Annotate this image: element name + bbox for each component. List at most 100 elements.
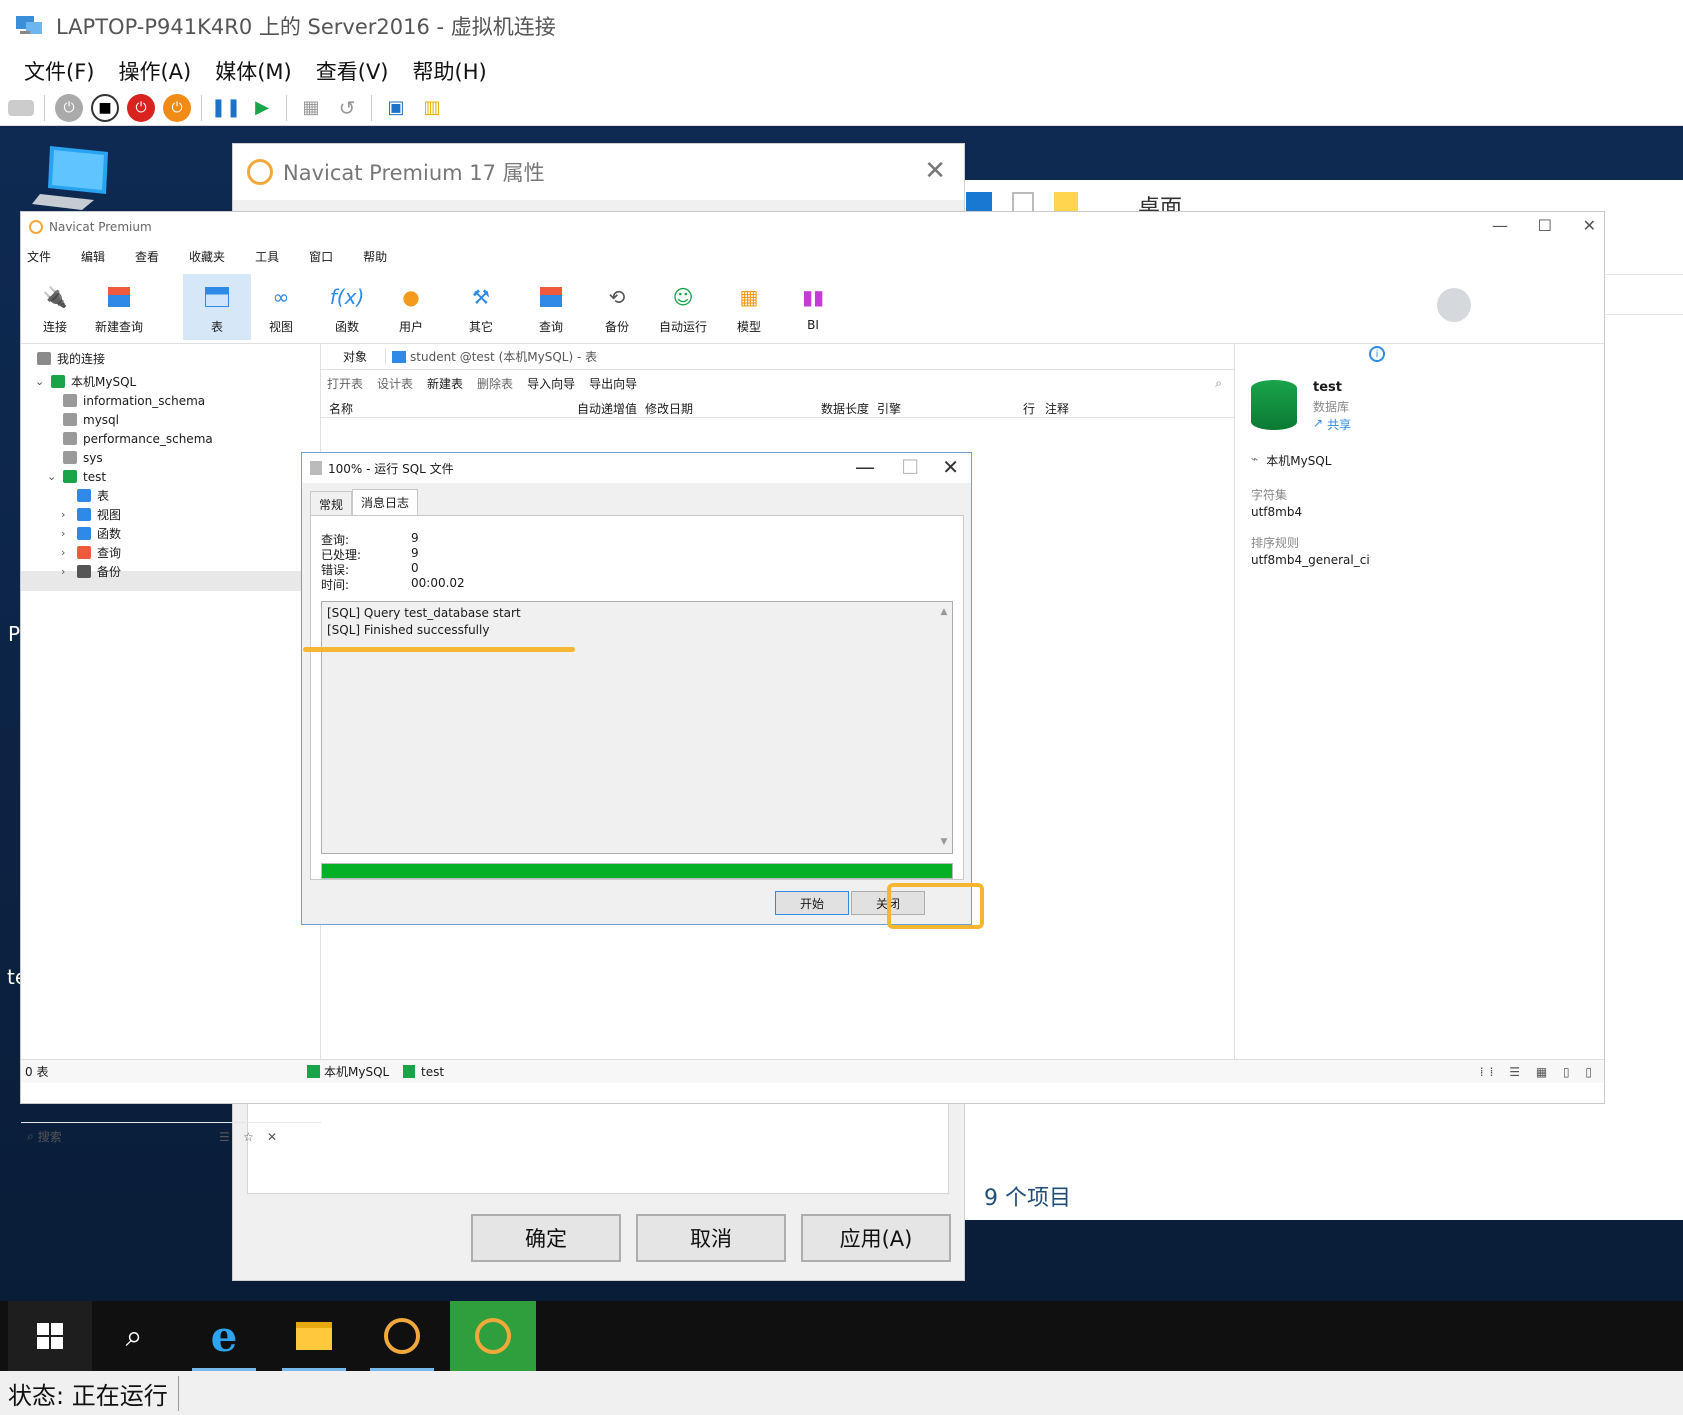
share-link[interactable]: ↗ 共享 [1313, 416, 1351, 433]
search-icon[interactable]: ⌕ [1215, 376, 1222, 391]
taskbar-navicat-2[interactable] [450, 1301, 536, 1371]
apply-button[interactable]: 应用(A) [801, 1214, 951, 1262]
shutdown-icon[interactable]: ⏻ [127, 93, 155, 122]
chevron-down-icon[interactable]: ⌄ [47, 470, 59, 483]
taskbar-search[interactable]: ⌕ [98, 1301, 170, 1371]
tab-student-table[interactable]: student @test (本机MySQL) - 表 [385, 348, 597, 365]
maximize-icon[interactable]: ☐ [1538, 216, 1552, 235]
scroll-up-icon[interactable]: ▲ [941, 604, 948, 621]
tree-test-functions[interactable]: › 函数 [61, 524, 121, 543]
menu-window[interactable]: 窗口 [303, 248, 345, 265]
col-engine[interactable]: 引擎 [877, 400, 901, 417]
share-icon[interactable]: ▥ [418, 94, 446, 122]
close-icon[interactable]: ✕ [1583, 216, 1596, 235]
toolbar-new-query[interactable]: 新建查询 [85, 274, 153, 340]
tree-test-queries[interactable]: › 查询 [61, 543, 121, 562]
export-wizard-button[interactable]: 导出向导 [589, 375, 637, 392]
chevron-right-icon[interactable]: › [61, 565, 73, 578]
toolbar-bi[interactable]: ▮▮ BI [779, 274, 847, 340]
col-comment[interactable]: 注释 [1045, 400, 1069, 417]
scroll-down-icon[interactable]: ▼ [941, 834, 948, 851]
tree-db-sys[interactable]: sys [63, 448, 103, 467]
enhanced-session-icon[interactable]: ▣ [382, 94, 410, 122]
open-table-button[interactable]: 打开表 [327, 375, 363, 392]
filter-icon[interactable]: ☰ [219, 1130, 230, 1144]
start-icon[interactable]: ⏻ [55, 93, 83, 122]
taskbar-navicat-1[interactable] [366, 1301, 438, 1371]
toolbar-model[interactable]: ▦ 模型 [715, 274, 783, 340]
menu-favorites[interactable]: 收藏夹 [183, 248, 237, 265]
menu-file[interactable]: 文件 [21, 248, 63, 265]
save-state-icon[interactable]: ⏻ [163, 93, 191, 122]
star-icon[interactable]: ☆ [243, 1130, 254, 1144]
tree-db-performance-schema[interactable]: performance_schema [63, 429, 213, 448]
col-name[interactable]: 名称 [329, 400, 353, 417]
col-modified[interactable]: 修改日期 [645, 400, 693, 417]
toolbar-backup[interactable]: ⟲ 备份 [583, 274, 651, 340]
chevron-down-icon[interactable]: ⌄ [35, 375, 47, 388]
minimize-icon[interactable]: — [855, 455, 875, 479]
scrollbar[interactable]: ▲ ▼ [938, 604, 950, 851]
delete-table-button[interactable]: 删除表 [477, 375, 513, 392]
tree-test-views[interactable]: › 视图 [61, 505, 121, 524]
taskbar-ie[interactable]: e [188, 1301, 260, 1371]
toolbar-other[interactable]: ⚒ 其它 [447, 274, 515, 340]
tab-objects[interactable]: 对象 [321, 348, 385, 365]
chevron-right-icon[interactable]: › [61, 508, 73, 521]
tree-db-test[interactable]: ⌄ test [47, 467, 106, 486]
tree-my-connections[interactable]: 我的连接 [37, 349, 105, 368]
this-pc-icon[interactable] [32, 142, 112, 212]
toolbar-table[interactable]: 表 [183, 274, 251, 340]
ok-button[interactable]: 确定 [471, 1214, 621, 1262]
ctrl-alt-del-icon[interactable] [8, 99, 34, 116]
taskbar-explorer[interactable] [278, 1301, 350, 1371]
chevron-right-icon[interactable]: › [61, 527, 73, 540]
collapse-icon[interactable]: ✕ [267, 1130, 277, 1144]
col-data-length[interactable]: 数据长度 [821, 400, 869, 417]
resume-icon[interactable]: ▶ [248, 94, 276, 122]
toolbar-user[interactable]: ● 用户 [377, 274, 445, 340]
cancel-button[interactable]: 取消 [636, 1214, 786, 1262]
tree-db-mysql[interactable]: mysql [63, 410, 119, 429]
start-button[interactable] [8, 1301, 92, 1371]
toolbar-function[interactable]: f(x) 函数 [313, 274, 381, 340]
tree-connection-mysql[interactable]: ⌄ 本机MySQL [35, 372, 136, 391]
toolbar-query[interactable]: 查询 [517, 274, 585, 340]
tree-search-bar[interactable]: ⌕ 搜索 ☰ ☆ ✕ [21, 1122, 321, 1150]
info-icon[interactable]: i [1369, 346, 1385, 362]
vm-menu-help[interactable]: 帮助(H) [401, 56, 499, 86]
new-table-button[interactable]: 新建表 [427, 375, 463, 392]
menu-help[interactable]: 帮助 [357, 248, 399, 265]
checkpoint-icon[interactable]: ▦ [297, 94, 325, 122]
tree-test-tables[interactable]: 表 [77, 486, 109, 505]
turn-off-icon[interactable]: ■ [91, 93, 119, 122]
design-table-button[interactable]: 设计表 [377, 375, 413, 392]
tab-message-log[interactable]: 消息日志 [352, 489, 419, 515]
vm-menu-file[interactable]: 文件(F) [12, 56, 106, 86]
toolbar-connection[interactable]: 🔌 连接 [21, 274, 89, 340]
close-icon[interactable]: ✕ [924, 156, 946, 186]
menu-view[interactable]: 查看 [129, 248, 171, 265]
account-avatar[interactable] [1437, 288, 1471, 322]
close-icon[interactable]: ✕ [942, 455, 959, 479]
tab-general[interactable]: 常规 [310, 491, 353, 515]
toolbar-view[interactable]: ∞ 视图 [247, 274, 315, 340]
minimize-icon[interactable]: — [1492, 216, 1508, 235]
sql-log-output[interactable]: [SQL] Query test_database start [SQL] Fi… [321, 601, 953, 854]
vm-menu-action[interactable]: 操作(A) [106, 56, 203, 86]
revert-icon[interactable]: ↺ [333, 94, 361, 122]
col-auto-increment[interactable]: 自动递增值 [577, 400, 637, 417]
start-button[interactable]: 开始 [775, 891, 849, 915]
menu-edit[interactable]: 编辑 [75, 248, 117, 265]
vm-menu-view[interactable]: 查看(V) [304, 56, 401, 86]
pause-icon[interactable]: ❚❚ [211, 94, 241, 122]
chevron-right-icon[interactable]: › [61, 546, 73, 559]
view-mode-icons[interactable]: ⁞⁞ ☰ ▦ ▯ ▯ [1480, 1065, 1598, 1079]
menu-tools[interactable]: 工具 [249, 248, 291, 265]
col-rows[interactable]: 行 [1023, 400, 1035, 417]
vm-menu-media[interactable]: 媒体(M) [203, 56, 304, 86]
toolbar-automation[interactable]: ☺ 自动运行 [649, 274, 717, 340]
import-wizard-button[interactable]: 导入向导 [527, 375, 575, 392]
tree-test-backups[interactable]: › 备份 [61, 562, 121, 581]
tree-db-information-schema[interactable]: information_schema [63, 391, 205, 410]
